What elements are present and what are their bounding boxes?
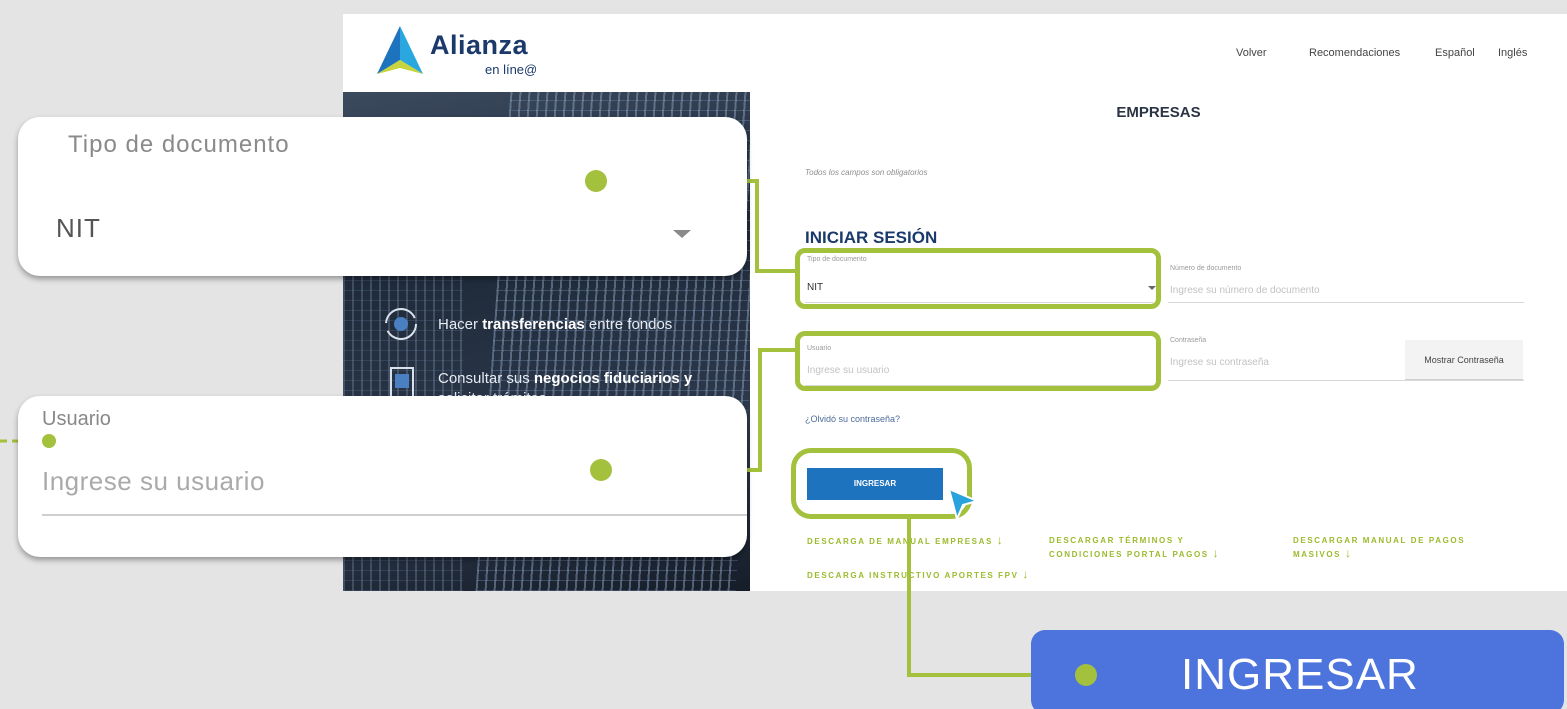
callout-doc-type: Tipo de documento NIT	[18, 117, 747, 276]
highlight-user	[795, 331, 1161, 391]
connector-dot	[590, 459, 612, 481]
callout-ingresar: INGRESAR	[1031, 630, 1564, 709]
cursor-arrow-icon	[947, 487, 979, 523]
callout-user-placeholder: Ingrese su usuario	[42, 466, 265, 496]
connector-dot	[1075, 664, 1097, 686]
highlight-ingresar	[791, 448, 972, 519]
callout-ingresar-label: INGRESAR	[1181, 650, 1419, 699]
connector-lines	[0, 179, 1086, 677]
connector-dot	[42, 434, 56, 448]
connector-dot	[585, 170, 607, 192]
callout-user-underline	[42, 514, 747, 516]
caret-down-icon	[673, 230, 691, 238]
highlight-doc-type	[795, 248, 1161, 309]
callout-doc-type-label: Tipo de documento	[68, 131, 290, 158]
callout-user-label: Usuario	[42, 408, 111, 430]
callout-user: Usuario Ingrese su usuario	[18, 396, 747, 557]
callout-doc-type-value: NIT	[56, 213, 101, 243]
